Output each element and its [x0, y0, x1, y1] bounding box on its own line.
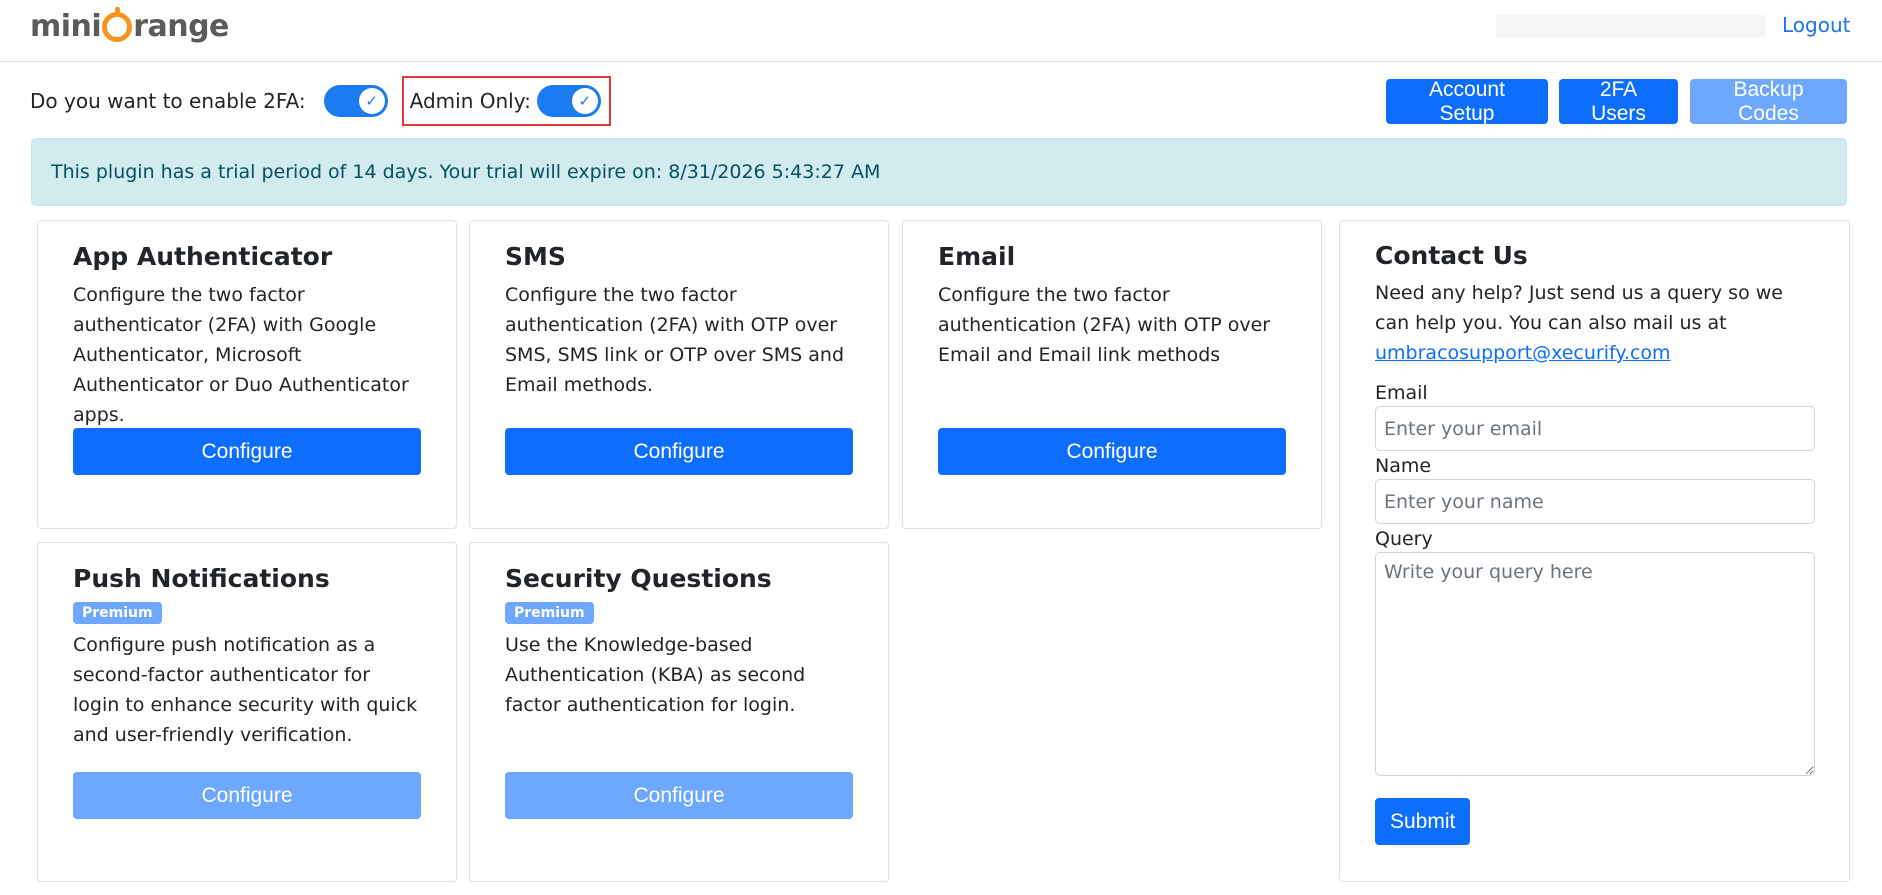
card-title: Security Questions — [505, 564, 772, 593]
check-icon: ✓ — [358, 88, 385, 114]
logo-text-left: mini — [30, 8, 102, 44]
method-card-email: Email Configure the two factor authentic… — [902, 220, 1322, 529]
premium-badge: Premium — [73, 602, 162, 625]
logout-link[interactable]: Logout — [1782, 13, 1850, 37]
top-bar: mini range Logout — [0, 0, 1882, 62]
email-field[interactable] — [1375, 406, 1815, 451]
method-card-sms: SMS Configure the two factor authenticat… — [469, 220, 889, 529]
account-setup-button[interactable]: Account Setup — [1386, 78, 1548, 125]
trial-alert: This plugin has a trial period of 14 day… — [31, 138, 1847, 206]
submit-button[interactable]: Submit — [1375, 798, 1471, 845]
configure-app-authenticator-button[interactable]: Configure — [73, 428, 421, 475]
admin-only-toggle[interactable]: ✓ — [536, 85, 601, 117]
email-label: Email — [1375, 382, 1428, 404]
logo-o-icon — [102, 7, 133, 42]
card-description: Configure the two factor authenticator (… — [73, 284, 409, 427]
configure-email-button[interactable]: Configure — [938, 428, 1286, 475]
name-label: Name — [1375, 455, 1432, 477]
card-title: Push Notifications — [73, 564, 330, 593]
card-title: App Authenticator — [73, 242, 333, 271]
2fa-users-button[interactable]: 2FA Users — [1559, 78, 1678, 125]
configure-security-questions-button[interactable]: Configure — [505, 772, 853, 819]
query-label: Query — [1375, 528, 1433, 550]
trial-alert-text: This plugin has a trial period of 14 day… — [51, 161, 881, 183]
contact-card: Contact Us Need any help? Just send us a… — [1339, 220, 1850, 882]
toggle-row: Do you want to enable 2FA: ✓ Admin Only:… — [30, 76, 611, 126]
card-description: Use the Knowledge-based Authentication (… — [505, 634, 806, 717]
admin-only-highlight: Admin Only: ✓ — [401, 76, 611, 126]
enable-2fa-toggle[interactable]: ✓ — [323, 85, 388, 117]
contact-title: Contact Us — [1375, 241, 1528, 270]
miniorange-logo: mini range — [30, 6, 229, 46]
name-field[interactable] — [1375, 479, 1815, 524]
check-icon: ✓ — [571, 88, 598, 114]
support-email-link[interactable]: umbracosupport@xecurify.com — [1375, 342, 1671, 364]
query-textarea[interactable] — [1375, 552, 1815, 776]
enable-2fa-label: Do you want to enable 2FA: — [30, 89, 306, 113]
admin-only-label: Admin Only: — [409, 89, 531, 113]
method-card-security-questions: Security Questions Premium Use the Knowl… — [469, 542, 889, 882]
user-info-placeholder — [1496, 15, 1766, 37]
contact-text: Need any help? Just send us a query so w… — [1375, 282, 1783, 334]
contact-description: Need any help? Just send us a query so w… — [1375, 278, 1814, 368]
logo-text-right: range — [133, 8, 229, 44]
card-description: Configure push notification as a second-… — [73, 634, 418, 747]
method-card-app-authenticator: App Authenticator Configure the two fact… — [37, 220, 457, 529]
configure-push-notifications-button[interactable]: Configure — [73, 772, 421, 819]
configure-sms-button[interactable]: Configure — [505, 428, 853, 475]
card-description: Configure the two factor authentication … — [938, 284, 1271, 367]
card-title: Email — [938, 242, 1016, 271]
method-card-push-notifications: Push Notifications Premium Configure pus… — [37, 542, 457, 882]
backup-codes-button[interactable]: Backup Codes — [1690, 78, 1847, 125]
card-description: Configure the two factor authentication … — [505, 284, 845, 397]
card-title: SMS — [505, 242, 566, 271]
premium-badge: Premium — [505, 602, 594, 625]
